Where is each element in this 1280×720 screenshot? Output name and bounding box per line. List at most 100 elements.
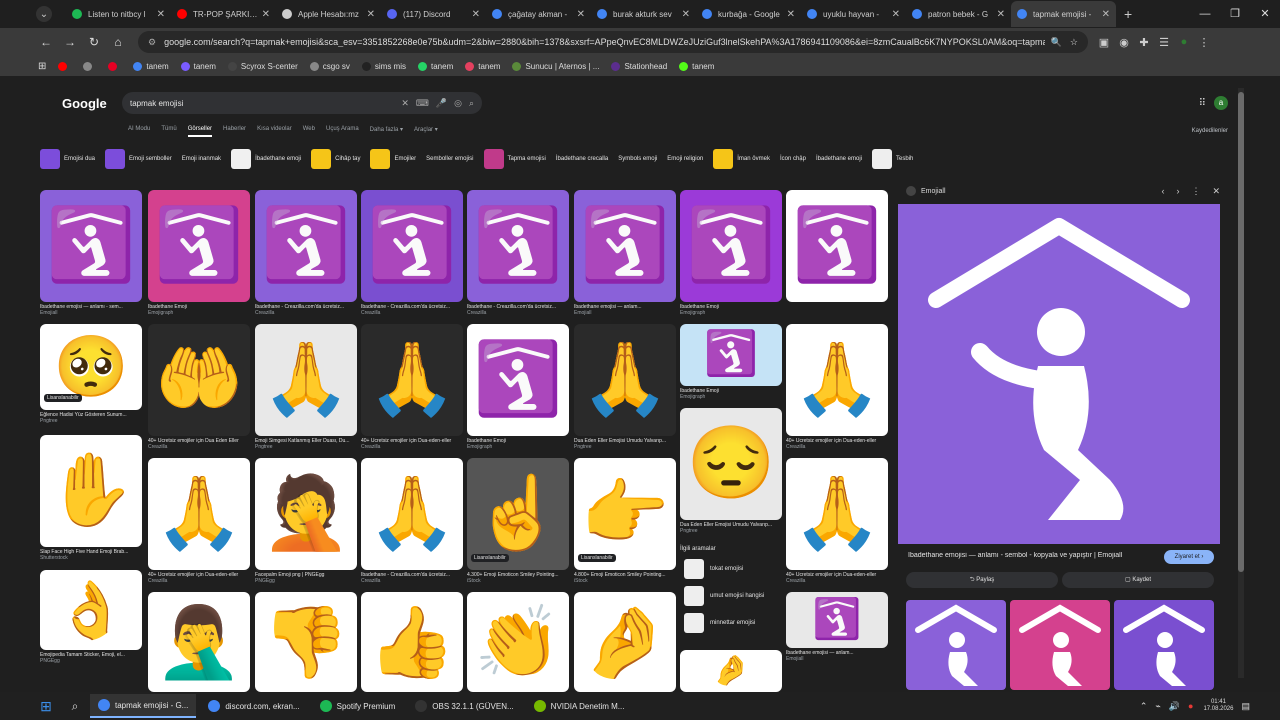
tab-close-icon[interactable]: ✕ — [472, 9, 480, 20]
refinement-chip[interactable]: Tesbih — [872, 148, 913, 170]
refinement-chip[interactable]: Emoji inanmak — [182, 148, 221, 170]
browser-tab[interactable]: Apple Hesabı:mz ✕ — [276, 1, 381, 27]
bookmark-item[interactable]: Sunucu | Aternos | ... — [512, 61, 599, 71]
related-item[interactable]: tokat emojisi — [680, 558, 782, 580]
search-input[interactable]: tapmak emojisi — [130, 99, 394, 108]
keyboard-icon[interactable]: ⌨ — [416, 98, 429, 109]
browser-tab[interactable]: Listen to nitbcy l ✕ — [66, 1, 171, 27]
tray-expand-icon[interactable]: ⌃ — [1140, 701, 1148, 712]
browser-tab[interactable]: tapmak emojisi - ✕ — [1011, 1, 1116, 27]
page-scrollbar[interactable] — [1238, 88, 1244, 678]
image-result[interactable]: 👉 4.800+ Emoji Emoticon Smiley Pointing..… — [574, 458, 676, 584]
image-result[interactable]: 👌 Emojipedia Tamam Sticker, Emoji, el... P… — [40, 570, 142, 664]
image-result[interactable]: 🛐 İbadethane Emoji Emojigraph — [680, 190, 782, 316]
result-thumbnail[interactable]: 🙏 — [148, 458, 250, 570]
refinement-chip[interactable]: İbadethane emoji — [231, 148, 301, 170]
result-thumbnail[interactable]: 🤲 — [148, 324, 250, 436]
browser-tab[interactable]: burak akturk sev ✕ — [591, 1, 696, 27]
taskbar-app[interactable]: NVIDIA Denetim M... — [526, 694, 633, 718]
result-thumbnail[interactable]: 🛐 — [40, 190, 142, 302]
result-thumbnail[interactable]: 🛐 — [148, 190, 250, 302]
bookmark-item[interactable]: Scyrox S-center — [227, 61, 298, 71]
filter-tab[interactable]: Görseller — [187, 126, 213, 137]
result-thumbnail[interactable]: 🙏 — [786, 324, 888, 436]
image-result[interactable]: 🙏 Emoji Simgesi Katlanmış Eller Duası, Du… — [255, 324, 357, 450]
image-result[interactable]: 🙏 İbadethane - Creazilla.com'da ücretsiz.… — [361, 458, 463, 584]
image-result[interactable]: 😔 Dua Eden Eller Emojisi Umudu Yalvarıp..… — [680, 408, 782, 534]
tab-close-icon[interactable]: ✕ — [682, 9, 690, 20]
refinement-chip[interactable]: Cihâp tay — [311, 148, 360, 170]
result-thumbnail[interactable]: 👎 — [255, 592, 357, 692]
tab-close-icon[interactable]: ✕ — [577, 9, 585, 20]
share-button[interactable]: ⮌ Paylaş — [906, 572, 1058, 588]
result-thumbnail[interactable]: 🛐 — [361, 190, 463, 302]
taskbar-app[interactable]: OBS 32.1.1 (GÜVEN... — [407, 694, 521, 718]
refinement-chip[interactable]: İbadethane crecalla — [556, 148, 608, 170]
result-thumbnail[interactable]: 👏 — [467, 592, 569, 692]
visit-button[interactable]: Ziyaret et › — [1164, 550, 1214, 564]
search-box[interactable]: tapmak emojisi ✕ ⌨ 🎤 ◎ ⌕ — [122, 92, 482, 114]
extension-icon[interactable]: ▣ — [1094, 36, 1114, 49]
result-thumbnail[interactable]: 🙏 — [361, 458, 463, 570]
bookmark-item[interactable]: Stationhead — [611, 61, 667, 71]
result-thumbnail[interactable]: 🙏 — [255, 324, 357, 436]
refinement-chip[interactable]: Symbols emoji — [618, 148, 657, 170]
mic-icon[interactable]: 🎤 — [436, 98, 447, 109]
close-icon[interactable]: ✕ — [1212, 186, 1220, 197]
browser-tab[interactable]: uyuklu hayvan - ✕ — [801, 1, 906, 27]
image-result[interactable]: 🙏 40+ Ücretsiz emojiler için Dua-eden-ell… — [148, 458, 250, 584]
image-result[interactable]: 🛐 İbadethane - Creazilla.com'da ücretsiz.… — [255, 190, 357, 316]
result-thumbnail[interactable]: 🤌 — [680, 650, 782, 692]
bookmark-item[interactable] — [83, 61, 96, 71]
tab-close-icon[interactable]: ✕ — [997, 9, 1005, 20]
google-logo[interactable]: Google — [62, 96, 107, 111]
site-info-icon[interactable]: ⚙ — [148, 37, 156, 48]
image-result[interactable]: 👎 — [255, 592, 357, 692]
image-result[interactable]: 🤦 Facepalm Emoji png | PNGEgg PNGEgg — [255, 458, 357, 584]
back-button[interactable]: ← — [34, 35, 58, 49]
browser-tab[interactable]: kurbağa - Google ✕ — [696, 1, 801, 27]
image-result[interactable]: 🛐 İbadethane - Creazilla.com'da ücretsiz.… — [467, 190, 569, 316]
extensions-puzzle-icon[interactable]: ✚ — [1134, 36, 1154, 49]
image-result[interactable]: 🛐 İbadethane Emoji Emojigraph — [680, 324, 782, 400]
prev-icon[interactable]: ‹ — [1161, 186, 1164, 197]
result-thumbnail[interactable]: 🛐 — [680, 324, 782, 386]
refinement-chip[interactable]: İbadethane emoji — [816, 148, 862, 170]
image-result[interactable]: 🙏 40+ Ücretsiz emojiler için Dua-eden-ell… — [361, 324, 463, 450]
taskbar-app[interactable]: Spotify Premium — [312, 694, 404, 718]
menu-icon[interactable]: ⋮ — [1194, 36, 1214, 49]
refinement-chip[interactable]: Emoji religion — [667, 148, 703, 170]
result-thumbnail[interactable]: 👍 — [361, 592, 463, 692]
bookmark-item[interactable] — [108, 61, 121, 71]
filter-tab[interactable]: Web — [303, 126, 315, 137]
bookmark-item[interactable]: tanem — [133, 61, 169, 71]
result-caption[interactable]: 4.800+ Emoji Emoticon Smiley Pointing... — [574, 572, 676, 578]
browser-tab[interactable]: (117) Discord ✕ — [381, 1, 486, 27]
lens-icon[interactable]: ◎ — [454, 98, 462, 109]
browser-tab[interactable]: TR-POP ŞARKISIN ✕ — [171, 1, 276, 27]
related-item[interactable]: minnettar emojisi — [680, 612, 782, 634]
result-thumbnail[interactable]: 👌 — [40, 570, 142, 650]
save-button[interactable]: ▢ Kaydet — [1062, 572, 1214, 588]
preview-source[interactable]: Emojiall — [906, 186, 946, 196]
image-result[interactable]: 👍 — [361, 592, 463, 692]
result-thumbnail[interactable]: 🛐 — [255, 190, 357, 302]
result-thumbnail[interactable]: 🙏 — [786, 458, 888, 570]
extension-icon[interactable]: ◉ — [1114, 36, 1134, 49]
google-apps-icon[interactable]: ⠿ — [1199, 98, 1206, 109]
tab-close-icon[interactable]: ✕ — [787, 9, 795, 20]
zoom-icon[interactable]: 🔍 — [1051, 37, 1062, 48]
image-result[interactable]: 🥺 Eğlence Hadisi Yüz Gösteren Sunum... Png… — [40, 324, 142, 424]
close-window-button[interactable]: ✕ — [1250, 0, 1280, 28]
image-result[interactable]: 🛐 İbadethane Emoji Emojigraph — [148, 190, 250, 316]
filter-tab[interactable]: Tümü — [161, 126, 176, 137]
tab-close-icon[interactable]: ✕ — [1102, 9, 1110, 20]
clear-icon[interactable]: ✕ — [401, 98, 409, 109]
result-thumbnail[interactable]: 🤦‍♂️ — [148, 592, 250, 692]
bookmark-item[interactable]: tanem — [679, 61, 714, 71]
profile-avatar[interactable]: ● — [1174, 36, 1194, 49]
filter-tab[interactable]: Araçlar ▾ — [414, 126, 438, 137]
image-result[interactable]: 🛐 İbadethane emojisi — anlam... Emojiall — [574, 190, 676, 316]
refinement-chip[interactable]: İcon chập — [780, 148, 806, 170]
bookmark-star-icon[interactable]: ☆ — [1070, 37, 1078, 48]
